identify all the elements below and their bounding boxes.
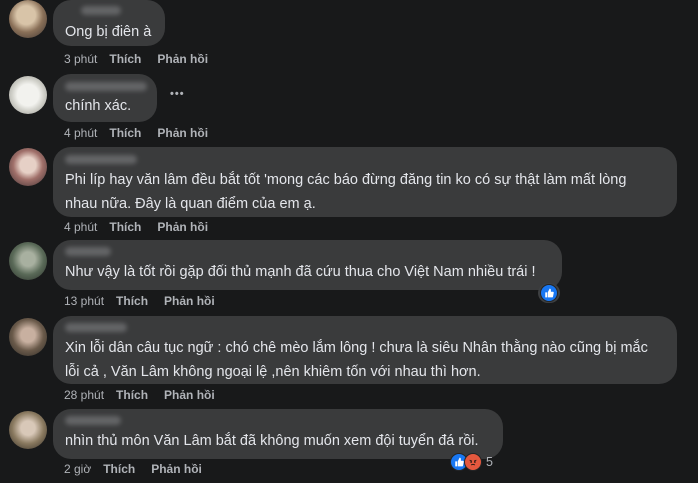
comment-time[interactable]: 4 phút (64, 220, 97, 234)
avatar[interactable] (9, 411, 47, 449)
commenter-name[interactable] (81, 6, 121, 15)
avatar[interactable] (9, 76, 47, 114)
reply-button[interactable]: Phản hồi (151, 462, 202, 476)
avatar[interactable] (9, 318, 47, 356)
comment-actions: 3 phút Thích Phản hồi (64, 52, 208, 66)
comment-text: nhìn thủ môn Văn Lâm bắt đã không muốn x… (65, 433, 479, 449)
like-button[interactable]: Thích (109, 52, 141, 66)
comment-text: Như vậy là tốt rồi gặp đối thủ mạnh đã c… (65, 264, 536, 280)
comment-actions: 13 phút Thích Phản hồi (64, 294, 215, 308)
comment-bubble: Xin lỗi dân câu tục ngữ : chó chê mèo lắ… (53, 316, 677, 384)
comment-bubble: Ong bị điên à (53, 0, 165, 46)
commenter-name[interactable] (65, 247, 111, 256)
like-button[interactable]: Thích (109, 126, 141, 140)
avatar[interactable] (9, 242, 47, 280)
reaction-summary[interactable]: 5 (448, 452, 495, 472)
reply-button[interactable]: Phản hồi (164, 294, 215, 308)
like-button[interactable]: Thích (116, 294, 148, 308)
comment-actions: 4 phút Thích Phản hồi (64, 126, 208, 140)
comment-bubble: chính xác. (53, 74, 157, 122)
more-options-icon[interactable]: ••• (170, 88, 185, 100)
avatar[interactable] (9, 0, 47, 38)
comment-time[interactable]: 13 phút (64, 294, 104, 308)
commenter-name[interactable] (65, 155, 137, 164)
comment-time[interactable]: 3 phút (64, 52, 97, 66)
comment-time[interactable]: 2 giờ (64, 462, 91, 476)
comment-bubble: Như vậy là tốt rồi gặp đối thủ mạnh đã c… (53, 240, 562, 290)
comment-actions: 28 phút Thích Phản hồi (64, 388, 215, 402)
like-button[interactable]: Thích (116, 388, 148, 402)
comment-text: chính xác. (65, 98, 132, 114)
reaction-summary[interactable] (538, 283, 560, 303)
reply-button[interactable]: Phản hồi (157, 126, 208, 140)
like-reaction-icon (540, 284, 558, 302)
comment-time[interactable]: 4 phút (64, 126, 97, 140)
reply-button[interactable]: Phản hồi (164, 388, 215, 402)
like-button[interactable]: Thích (103, 462, 135, 476)
comment-text: Phi líp hay văn lâm đều bắt tốt 'mong cá… (65, 172, 627, 212)
comment-bubble: nhìn thủ môn Văn Lâm bắt đã không muốn x… (53, 409, 503, 459)
like-button[interactable]: Thích (109, 220, 141, 234)
commenter-name[interactable] (65, 82, 147, 91)
comment-bubble: Phi líp hay văn lâm đều bắt tốt 'mong cá… (53, 147, 677, 217)
commenter-name[interactable] (65, 323, 127, 332)
comment-text: Ong bị điên à (65, 24, 152, 40)
reply-button[interactable]: Phản hồi (157, 220, 208, 234)
comment-time[interactable]: 28 phút (64, 388, 104, 402)
comment-actions: 4 phút Thích Phản hồi (64, 220, 208, 234)
comment-text: Xin lỗi dân câu tục ngữ : chó chê mèo lắ… (65, 340, 648, 380)
angry-reaction-icon (464, 453, 482, 471)
reaction-count: 5 (486, 455, 493, 469)
commenter-name[interactable] (65, 416, 121, 425)
comment-actions: 2 giờ Thích Phản hồi (64, 462, 202, 476)
reply-button[interactable]: Phản hồi (157, 52, 208, 66)
avatar[interactable] (9, 148, 47, 186)
